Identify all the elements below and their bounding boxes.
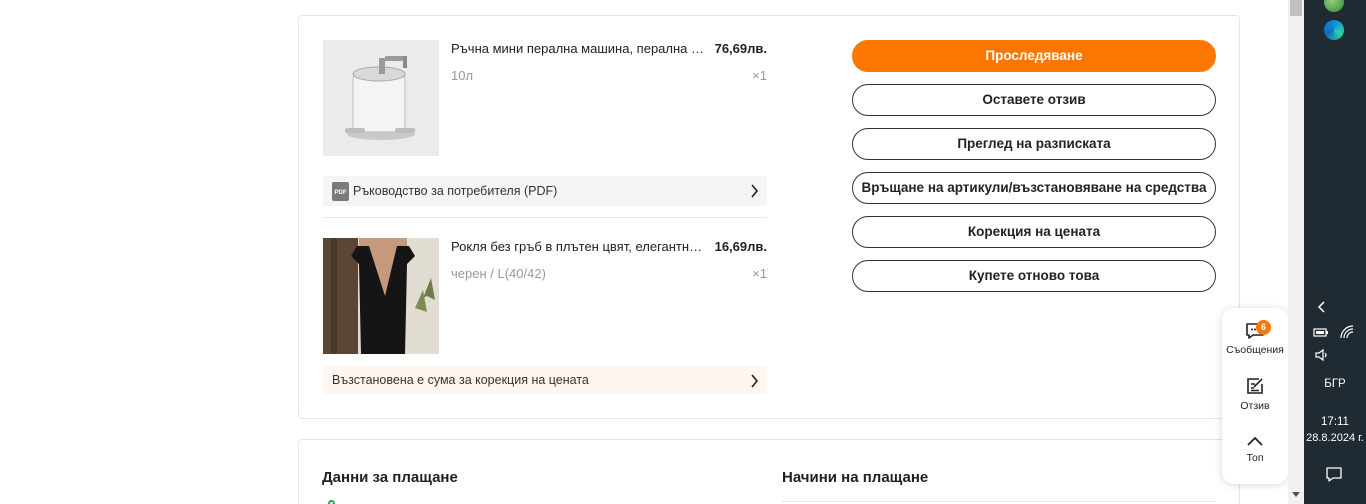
chevron-up-icon bbox=[1247, 436, 1263, 446]
chevron-right-icon bbox=[751, 374, 759, 388]
item-variant: черен / L(40/42) bbox=[451, 266, 546, 281]
leave-review-button[interactable]: Оставете отзив bbox=[852, 84, 1216, 116]
pdf-icon: PDF bbox=[332, 182, 349, 201]
scroll-down-arrow-icon[interactable] bbox=[1292, 492, 1300, 497]
globe-app-icon[interactable] bbox=[1324, 0, 1344, 12]
back-to-top-button[interactable]: Топ bbox=[1222, 434, 1288, 464]
item-divider bbox=[323, 217, 767, 218]
user-manual-link[interactable]: PDF Ръководство за потребителя (PDF) bbox=[323, 176, 767, 206]
clock-date[interactable]: 28.8.2024 г. bbox=[1304, 432, 1366, 444]
wifi-icon[interactable] bbox=[1339, 324, 1355, 340]
clock-time[interactable]: 17:11 bbox=[1304, 416, 1366, 428]
top-label: Топ bbox=[1246, 452, 1264, 464]
vertical-scrollbar[interactable] bbox=[1288, 0, 1304, 504]
chevron-right-icon bbox=[751, 184, 759, 198]
item-title[interactable]: Рокля без гръб в плътен цвят, елегантна … bbox=[451, 239, 709, 254]
product-image-dress[interactable] bbox=[323, 238, 439, 354]
item-quantity: ×1 bbox=[752, 266, 767, 281]
feedback-button[interactable]: Отзив bbox=[1222, 376, 1288, 412]
chevron-left-icon[interactable] bbox=[1316, 300, 1328, 314]
payment-methods-title: Начини на плащане bbox=[782, 469, 929, 486]
feedback-label: Отзив bbox=[1240, 400, 1270, 412]
messages-label: Съобщения bbox=[1226, 344, 1284, 356]
messages-button[interactable]: 6 Съобщения bbox=[1222, 320, 1288, 356]
location-pin-icon bbox=[328, 500, 335, 504]
item-quantity: ×1 bbox=[752, 68, 767, 83]
payment-details-title: Данни за плащане bbox=[322, 469, 458, 486]
order-actions: Проследяване Оставете отзив Преглед на р… bbox=[852, 40, 1216, 304]
edge-browser-icon[interactable] bbox=[1324, 20, 1344, 40]
payment-card: Данни за плащане Начини на плащане bbox=[298, 439, 1240, 504]
user-manual-label: Ръководство за потребителя (PDF) bbox=[353, 184, 558, 198]
item-variant: 10л bbox=[451, 68, 474, 83]
floating-side-panel: 6 Съобщения Отзив Топ bbox=[1222, 308, 1288, 484]
volume-icon[interactable] bbox=[1314, 348, 1330, 362]
product-image-washing-machine[interactable] bbox=[323, 40, 439, 156]
item-title[interactable]: Ръчна мини перална машина, перална машин… bbox=[451, 41, 709, 56]
view-receipt-button[interactable]: Преглед на разписката bbox=[852, 128, 1216, 160]
track-button[interactable]: Проследяване bbox=[852, 40, 1216, 72]
refund-label: Възстановена е сума за корекция на ценат… bbox=[332, 373, 589, 387]
messages-badge: 6 bbox=[1256, 320, 1271, 335]
feedback-icon bbox=[1247, 378, 1263, 394]
item-price: 16,69лв. bbox=[714, 239, 767, 254]
buy-again-button[interactable]: Купете отново това bbox=[852, 260, 1216, 292]
order-card: Ръчна мини перална машина, перална машин… bbox=[298, 15, 1240, 419]
scrollbar-thumb[interactable] bbox=[1290, 0, 1302, 16]
price-adjustment-button[interactable]: Корекция на цената bbox=[852, 216, 1216, 248]
windows-taskbar: БГР 17:11 28.8.2024 г. bbox=[1304, 0, 1366, 504]
battery-icon[interactable] bbox=[1313, 326, 1329, 338]
language-indicator[interactable]: БГР bbox=[1304, 378, 1366, 390]
notifications-icon[interactable] bbox=[1325, 466, 1343, 482]
item-price: 76,69лв. bbox=[714, 41, 767, 56]
return-refund-button[interactable]: Връщане на артикули/възстановяване на ср… bbox=[852, 172, 1216, 204]
price-adjustment-refund-link[interactable]: Възстановена е сума за корекция на ценат… bbox=[323, 366, 767, 394]
payment-divider bbox=[782, 501, 1216, 502]
